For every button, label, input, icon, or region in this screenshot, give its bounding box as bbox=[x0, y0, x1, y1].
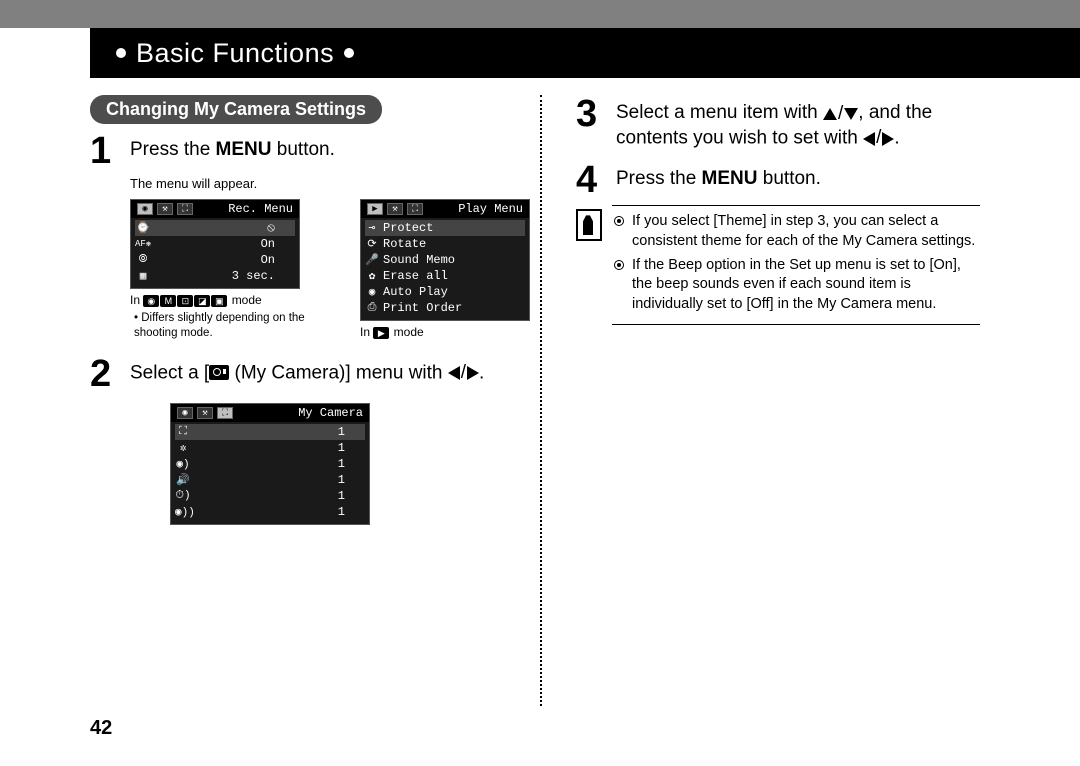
play-menu-rows: ⊸Protect ⟳Rotate 🎤Sound Memo ✿Erase all … bbox=[361, 218, 529, 320]
rec-menu-block: ◉ ⚒ ⛶ Rec. Menu ⌚⦸ AF❋On ⦾On ▦3 sec. bbox=[130, 199, 338, 341]
step-number: 1 bbox=[90, 132, 130, 170]
step-body: Press the MENU button. bbox=[616, 161, 980, 192]
tab-camera-icon: ◉ bbox=[177, 407, 193, 419]
note-text: If the Beep option in the Set up menu is… bbox=[632, 256, 978, 315]
play-menu-row: ✿Erase all bbox=[365, 268, 525, 284]
step-3: 3 Select a menu item with /, and the con… bbox=[576, 95, 980, 151]
note-item: If you select [Theme] in step 3, you can… bbox=[614, 212, 978, 251]
tab-camera-icon: ◉ bbox=[137, 203, 153, 215]
play-menu-caption: In ▶ mode bbox=[360, 325, 530, 341]
rec-menu-screen: ◉ ⚒ ⛶ Rec. Menu ⌚⦸ AF❋On ⦾On ▦3 sec. bbox=[130, 199, 300, 289]
step-number: 2 bbox=[90, 355, 130, 393]
mycamera-title: My Camera bbox=[298, 406, 363, 420]
mycamera-title-bar: ◉ ⚒ ⛶ My Camera bbox=[171, 404, 369, 422]
step-number: 3 bbox=[576, 95, 616, 133]
step-1: 1 Press the MENU button. bbox=[90, 132, 530, 170]
step-body: Select a menu item with /, and the conte… bbox=[616, 95, 980, 151]
right-column: 3 Select a menu item with /, and the con… bbox=[540, 95, 990, 706]
play-menu-row: 🎤Sound Memo bbox=[365, 252, 525, 268]
rec-menu-row: ⌚⦸ bbox=[135, 220, 295, 236]
step-body: Press the MENU button. bbox=[130, 132, 530, 163]
rec-menu-title: Rec. Menu bbox=[228, 202, 293, 216]
play-menu-title-bar: ▶ ⚒ ⛶ Play Menu bbox=[361, 200, 529, 218]
mode-icon: ⊡ bbox=[177, 295, 193, 307]
mode-icon: ▣ bbox=[211, 295, 227, 307]
step-body: Select a [ (My Camera)] menu with /. bbox=[130, 355, 530, 386]
rec-menu-footnote: • Differs slightly depending on the shoo… bbox=[134, 311, 338, 341]
note-area: If you select [Theme] in step 3, you can… bbox=[576, 205, 980, 325]
step-4: 4 Press the MENU button. bbox=[576, 161, 980, 199]
mycamera-row: ⏱)1 bbox=[175, 488, 365, 504]
note-pencil-icon bbox=[576, 209, 602, 241]
rec-menu-row: ▦3 sec. bbox=[135, 268, 295, 284]
left-right-arrows-icon: / bbox=[448, 361, 479, 386]
mode-icon: M bbox=[160, 295, 176, 307]
mycamera-row: ✲1 bbox=[175, 440, 365, 456]
header-stub bbox=[0, 28, 90, 78]
tab-mycam-icon: ⛶ bbox=[407, 203, 423, 215]
note-item: If the Beep option in the Set up menu is… bbox=[614, 256, 978, 315]
play-menu-row: ⟳Rotate bbox=[365, 236, 525, 252]
note-text: If you select [Theme] in step 3, you can… bbox=[632, 212, 978, 251]
header-title: Basic Functions bbox=[136, 38, 334, 69]
mode-icon: ◪ bbox=[194, 295, 210, 307]
mycamera-rows: ⛶1 ✲1 ◉)1 🔊1 ⏱)1 ◉))1 bbox=[171, 422, 369, 524]
play-menu-block: ▶ ⚒ ⛶ Play Menu ⊸Protect ⟳Rotate 🎤Sound … bbox=[360, 199, 530, 341]
rec-menu-rows: ⌚⦸ AF❋On ⦾On ▦3 sec. bbox=[131, 218, 299, 288]
mycamera-screenshot-wrap: ◉ ⚒ ⛶ My Camera ⛶1 ✲1 ◉)1 🔊1 ⏱)1 ◉))1 bbox=[170, 403, 530, 525]
play-menu-row: ⊸Protect bbox=[365, 220, 525, 236]
mycamera-row: 🔊1 bbox=[175, 472, 365, 488]
mycamera-row: ⛶1 bbox=[175, 424, 365, 440]
step-2: 2 Select a [ (My Camera)] menu with /. bbox=[90, 355, 530, 393]
mycamera-row: ◉))1 bbox=[175, 504, 365, 520]
tab-mycam-icon: ⛶ bbox=[177, 203, 193, 215]
left-column: Changing My Camera Settings 1 Press the … bbox=[90, 95, 540, 706]
mycamera-row: ◉)1 bbox=[175, 456, 365, 472]
note-bullet-icon bbox=[614, 260, 624, 270]
step-1-subtext: The menu will appear. bbox=[130, 176, 530, 191]
tab-tools-icon: ⚒ bbox=[197, 407, 213, 419]
tab-tools-icon: ⚒ bbox=[387, 203, 403, 215]
header-dot-icon bbox=[116, 48, 126, 58]
mycamera-screen: ◉ ⚒ ⛶ My Camera ⛶1 ✲1 ◉)1 🔊1 ⏱)1 ◉))1 bbox=[170, 403, 370, 525]
step-number: 4 bbox=[576, 161, 616, 199]
subsection-pill: Changing My Camera Settings bbox=[90, 95, 382, 124]
tab-mycam-icon: ⛶ bbox=[217, 407, 233, 419]
my-camera-icon bbox=[209, 365, 229, 380]
tab-play-icon: ▶ bbox=[367, 203, 383, 215]
rec-menu-row: AF❋On bbox=[135, 236, 295, 252]
mode-icon: ◉ bbox=[143, 295, 159, 307]
play-menu-row: ◉Auto Play bbox=[365, 284, 525, 300]
play-menu-row: ⎙Print Order bbox=[365, 300, 525, 316]
up-down-arrows-icon: / bbox=[823, 102, 858, 127]
content-columns: Changing My Camera Settings 1 Press the … bbox=[90, 95, 990, 706]
section-header: Basic Functions bbox=[90, 28, 1080, 78]
screenshots-row: ◉ ⚒ ⛶ Rec. Menu ⌚⦸ AF❋On ⦾On ▦3 sec. bbox=[130, 199, 530, 341]
rec-menu-title-bar: ◉ ⚒ ⛶ Rec. Menu bbox=[131, 200, 299, 218]
play-menu-screen: ▶ ⚒ ⛶ Play Menu ⊸Protect ⟳Rotate 🎤Sound … bbox=[360, 199, 530, 321]
notes-box: If you select [Theme] in step 3, you can… bbox=[612, 205, 980, 325]
top-gray-bar bbox=[0, 0, 1080, 28]
manual-page: Basic Functions Changing My Camera Setti… bbox=[0, 0, 1080, 766]
left-right-arrows-icon: / bbox=[863, 126, 894, 151]
rec-menu-row: ⦾On bbox=[135, 252, 295, 268]
page-number: 42 bbox=[90, 717, 112, 740]
mode-play-icon: ▶ bbox=[373, 327, 389, 339]
rec-menu-caption: In ◉M⊡◪▣ mode • Differs slightly dependi… bbox=[130, 293, 338, 340]
note-bullet-icon bbox=[614, 216, 624, 226]
tab-tools-icon: ⚒ bbox=[157, 203, 173, 215]
header-dot-icon bbox=[344, 48, 354, 58]
play-menu-title: Play Menu bbox=[458, 202, 523, 216]
